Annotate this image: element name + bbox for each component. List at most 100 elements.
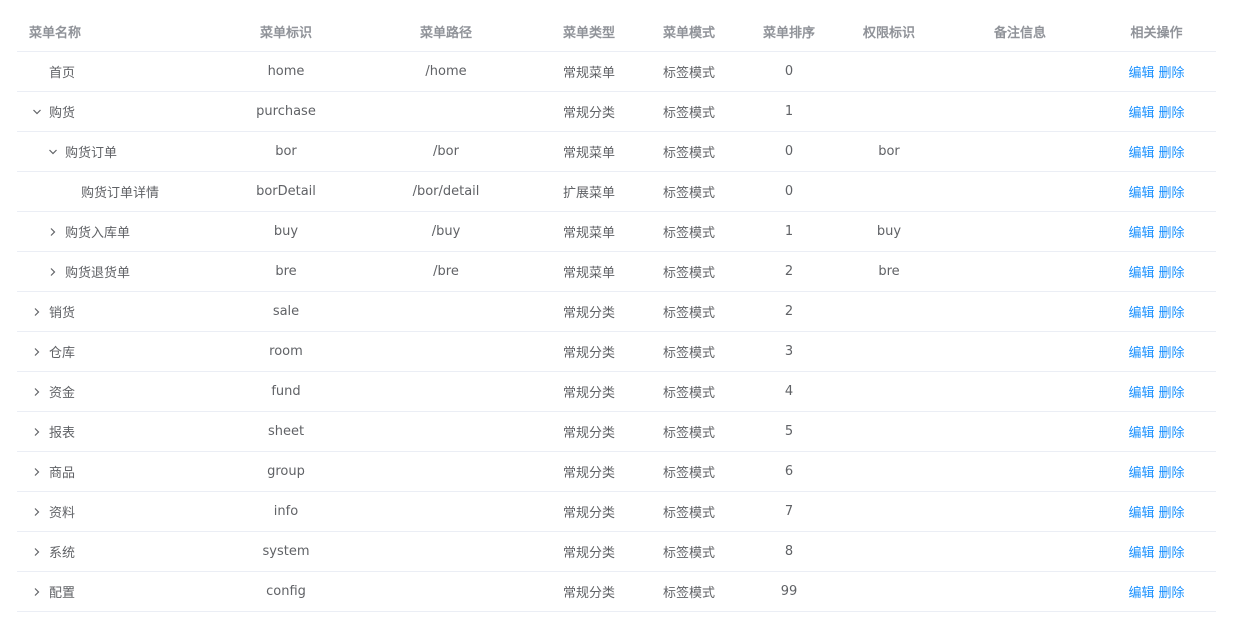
delete-link[interactable]: 删除	[1159, 266, 1185, 281]
chevron-right-icon[interactable]	[29, 424, 45, 440]
edit-link[interactable]: 编辑	[1128, 426, 1154, 441]
cell-mode: 标签模式	[662, 306, 715, 321]
delete-link[interactable]: 删除	[1159, 346, 1185, 361]
cell-ident: config	[266, 584, 306, 599]
cell-ops: 编辑 删除	[1097, 542, 1216, 561]
cell-perm: bre	[878, 264, 900, 279]
cell-name: 仓库	[17, 342, 223, 361]
edit-link[interactable]: 编辑	[1128, 386, 1154, 401]
delete-link[interactable]: 删除	[1159, 146, 1185, 161]
delete-link[interactable]: 删除	[1159, 106, 1185, 121]
cell-name: 首页	[17, 62, 223, 81]
edit-link[interactable]: 编辑	[1128, 546, 1154, 561]
cell-mode: 标签模式	[662, 466, 715, 481]
chevron-right-icon[interactable]	[29, 304, 45, 320]
cell-ops: 编辑 删除	[1097, 422, 1216, 441]
cell-ident: info	[273, 504, 299, 519]
delete-link[interactable]: 删除	[1159, 66, 1185, 81]
table-row: 资料 info 常规分类 标签模式 7 编辑 删除	[17, 492, 1216, 532]
cell-mode: 标签模式	[662, 386, 715, 401]
edit-link[interactable]: 编辑	[1128, 226, 1154, 241]
edit-link[interactable]: 编辑	[1128, 346, 1154, 361]
chevron-right-icon[interactable]	[45, 264, 61, 280]
edit-link[interactable]: 编辑	[1128, 106, 1154, 121]
menu-name: 报表	[49, 426, 76, 441]
cell-sort: 6	[784, 464, 794, 479]
cell-perm: bor	[878, 144, 900, 159]
header-ident: 菜单标识	[259, 26, 312, 41]
table-row: 报表 sheet 常规分类 标签模式 5 编辑 删除	[17, 412, 1216, 452]
cell-type: 常规分类	[562, 346, 615, 361]
edit-link[interactable]: 编辑	[1128, 66, 1154, 81]
cell-mode: 标签模式	[662, 426, 715, 441]
menu-name: 资金	[49, 386, 76, 401]
menu-name: 首页	[49, 66, 76, 81]
cell-type: 常规分类	[562, 306, 615, 321]
chevron-down-icon[interactable]	[45, 144, 61, 160]
edit-link[interactable]: 编辑	[1128, 466, 1154, 481]
cell-path: /bre	[433, 264, 459, 279]
menu-name: 商品	[49, 466, 76, 481]
delete-link[interactable]: 删除	[1159, 426, 1185, 441]
table-row: 资金 fund 常规分类 标签模式 4 编辑 删除	[17, 372, 1216, 412]
edit-link[interactable]: 编辑	[1128, 266, 1154, 281]
cell-type: 常规分类	[562, 506, 615, 521]
table-row: 首页 home/home 常规菜单 标签模式 0 编辑 删除	[17, 52, 1216, 92]
cell-ops: 编辑 删除	[1097, 102, 1216, 121]
cell-type: 常规菜单	[562, 66, 615, 81]
cell-ident: group	[267, 464, 305, 479]
delete-link[interactable]: 删除	[1159, 466, 1185, 481]
cell-mode: 标签模式	[662, 106, 715, 121]
cell-name: 购货退货单	[17, 262, 223, 281]
chevron-right-icon[interactable]	[45, 224, 61, 240]
edit-link[interactable]: 编辑	[1128, 146, 1154, 161]
delete-link[interactable]: 删除	[1159, 306, 1185, 321]
cell-sort: 3	[784, 344, 794, 359]
header-remark: 备注信息	[993, 26, 1046, 41]
cell-sort: 99	[780, 584, 798, 599]
chevron-right-icon[interactable]	[29, 344, 45, 360]
chevron-right-icon[interactable]	[29, 384, 45, 400]
cell-ops: 编辑 删除	[1097, 342, 1216, 361]
chevron-right-icon[interactable]	[29, 464, 45, 480]
delete-link[interactable]: 删除	[1159, 386, 1185, 401]
cell-sort: 8	[784, 544, 794, 559]
table-row: 商品 group 常规分类 标签模式 6 编辑 删除	[17, 452, 1216, 492]
cell-sort: 2	[784, 264, 794, 279]
delete-link[interactable]: 删除	[1159, 586, 1185, 601]
header-perm: 权限标识	[862, 26, 915, 41]
edit-link[interactable]: 编辑	[1128, 186, 1154, 201]
cell-perm: buy	[876, 224, 902, 239]
chevron-right-icon[interactable]	[29, 504, 45, 520]
edit-link[interactable]: 编辑	[1128, 506, 1154, 521]
chevron-right-icon[interactable]	[29, 584, 45, 600]
menu-name: 购货退货单	[65, 266, 131, 281]
cell-sort: 1	[784, 224, 794, 239]
chevron-down-icon[interactable]	[29, 104, 45, 120]
edit-link[interactable]: 编辑	[1128, 586, 1154, 601]
cell-type: 常规菜单	[562, 146, 615, 161]
cell-sort: 0	[784, 184, 794, 199]
cell-mode: 标签模式	[662, 506, 715, 521]
cell-type: 扩展菜单	[562, 186, 615, 201]
cell-ident: borDetail	[256, 184, 316, 199]
delete-link[interactable]: 删除	[1159, 546, 1185, 561]
cell-name: 购货入库单	[17, 222, 223, 241]
table-row: 购货入库单 buy/buy 常规菜单 标签模式 1 buy 编辑 删除	[17, 212, 1216, 252]
chevron-right-icon[interactable]	[29, 544, 45, 560]
cell-name: 系统	[17, 542, 223, 561]
cell-name: 配置	[17, 582, 223, 601]
delete-link[interactable]: 删除	[1159, 186, 1185, 201]
delete-link[interactable]: 删除	[1159, 226, 1185, 241]
edit-link[interactable]: 编辑	[1128, 306, 1154, 321]
cell-ident: purchase	[256, 104, 316, 119]
menu-name: 购货	[49, 106, 76, 121]
delete-link[interactable]: 删除	[1159, 506, 1185, 521]
cell-ops: 编辑 删除	[1097, 462, 1216, 481]
table-body: 首页 home/home 常规菜单 标签模式 0 编辑 删除 购货 purchase 常规分类 标签…	[17, 52, 1216, 612]
cell-type: 常规分类	[562, 106, 615, 121]
